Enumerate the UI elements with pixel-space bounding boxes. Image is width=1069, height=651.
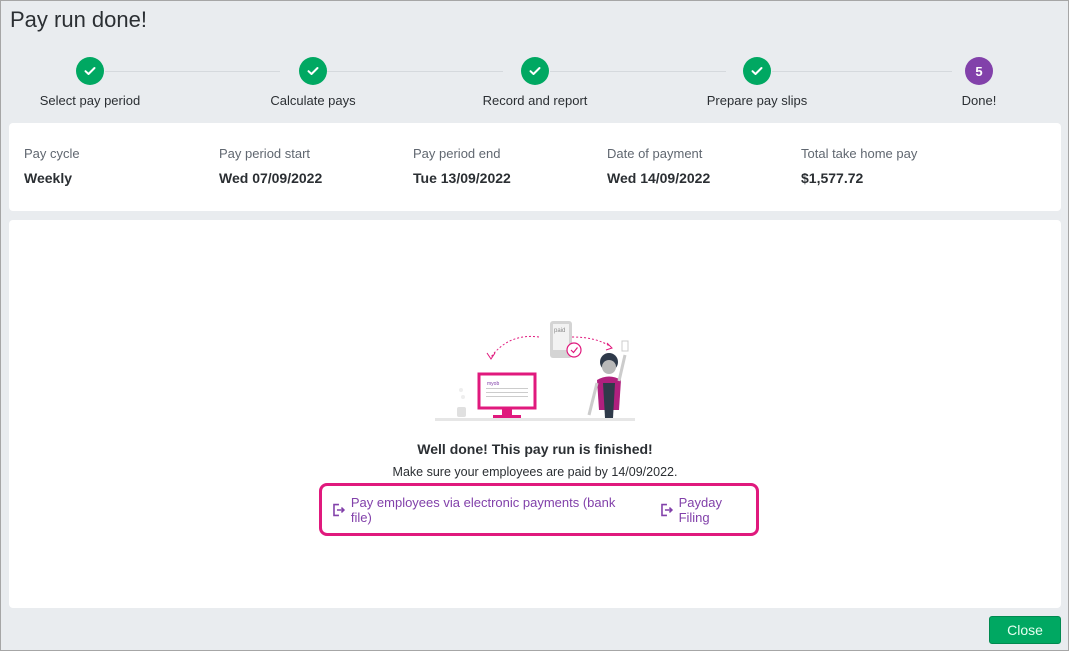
step-done: 5 Done! xyxy=(899,57,1059,108)
summary-value: Weekly xyxy=(24,170,72,186)
step-complete-badge xyxy=(743,57,771,85)
summary-label: Total take home pay xyxy=(801,146,918,161)
bank-file-link[interactable]: Pay employees via electronic payments (b… xyxy=(332,495,638,525)
step-record-and-report: Record and report xyxy=(455,57,615,108)
next-steps-links: Pay employees via electronic payments (b… xyxy=(319,483,759,536)
monitor-stand xyxy=(502,408,512,415)
export-icon xyxy=(333,503,346,516)
step-label: Select pay period xyxy=(39,93,141,108)
step-complete-badge xyxy=(521,57,549,85)
check-icon xyxy=(84,67,96,75)
steam-dot xyxy=(459,388,463,392)
summary-value: $1,577.72 xyxy=(801,170,864,186)
step-calculate-pays: Calculate pays xyxy=(233,57,393,108)
person-face xyxy=(602,360,616,374)
summary-value: Tue 13/09/2022 xyxy=(413,170,511,186)
summary-period-start: Pay period start Wed 07/09/2022 xyxy=(219,146,322,186)
check-icon xyxy=(751,67,763,75)
step-complete-badge xyxy=(76,57,104,85)
step-number-badge: 5 xyxy=(965,57,993,85)
step-prepare-pay-slips: Prepare pay slips xyxy=(677,57,837,108)
step-label: Prepare pay slips xyxy=(706,93,808,108)
close-button[interactable]: Close xyxy=(989,616,1061,644)
summary-payment-date: Date of payment Wed 14/09/2022 xyxy=(607,146,710,186)
check-badge xyxy=(566,342,582,358)
pay-run-complete-illustration: paid myob xyxy=(435,321,635,421)
held-receipt-icon xyxy=(621,340,629,352)
step-label: Done! xyxy=(961,93,997,108)
export-icon xyxy=(660,503,673,516)
screen-line xyxy=(486,396,528,397)
payday-filing-link[interactable]: Payday Filing xyxy=(660,495,756,525)
paid-label: paid xyxy=(554,328,565,334)
person-arm xyxy=(587,382,599,416)
summary-label: Date of payment xyxy=(607,146,703,161)
summary-value: Wed 14/09/2022 xyxy=(607,170,711,186)
check-icon xyxy=(529,67,541,75)
step-label: Record and report xyxy=(482,93,588,108)
summary-pay-cycle: Pay cycle Weekly xyxy=(24,146,80,186)
monitor-base xyxy=(493,415,521,418)
step-label: Calculate pays xyxy=(270,93,356,108)
pay-run-summary: Pay cycle Weekly Pay period start Wed 07… xyxy=(9,123,1061,211)
arrow-head-right xyxy=(605,342,613,351)
arrow-head-left xyxy=(486,352,496,360)
completion-heading: Well done! This pay run is finished! xyxy=(417,441,653,457)
progress-stepper: Select pay period Calculate pays Record … xyxy=(1,57,1069,117)
completion-subtext: Make sure your employees are paid by 14/… xyxy=(392,465,678,479)
page-title: Pay run done! xyxy=(10,7,147,32)
summary-take-home: Total take home pay $1,577.72 xyxy=(801,146,917,186)
link-label: Pay employees via electronic payments (b… xyxy=(350,494,616,525)
coffee-cup-icon xyxy=(457,407,466,417)
monitor-icon xyxy=(477,372,537,410)
brand-label: myob xyxy=(487,381,499,387)
summary-label: Pay period end xyxy=(413,146,501,161)
steam-dot xyxy=(461,395,465,399)
step-complete-badge xyxy=(299,57,327,85)
summary-label: Pay period start xyxy=(219,146,311,161)
summary-label: Pay cycle xyxy=(24,146,80,161)
summary-period-end: Pay period end Tue 13/09/2022 xyxy=(413,146,511,186)
person-apron xyxy=(603,383,615,418)
check-icon xyxy=(307,67,319,75)
summary-value: Wed 07/09/2022 xyxy=(219,170,323,186)
floor-line xyxy=(435,418,635,421)
link-label: Payday Filing xyxy=(678,494,722,525)
completion-panel: paid myob Well done! This pay run is fin… xyxy=(9,220,1061,608)
screen-line xyxy=(486,392,528,393)
step-select-pay-period: Select pay period xyxy=(10,57,170,108)
screen-line xyxy=(486,388,528,389)
person-arm xyxy=(617,354,627,382)
arrow-arc-left xyxy=(490,335,540,358)
